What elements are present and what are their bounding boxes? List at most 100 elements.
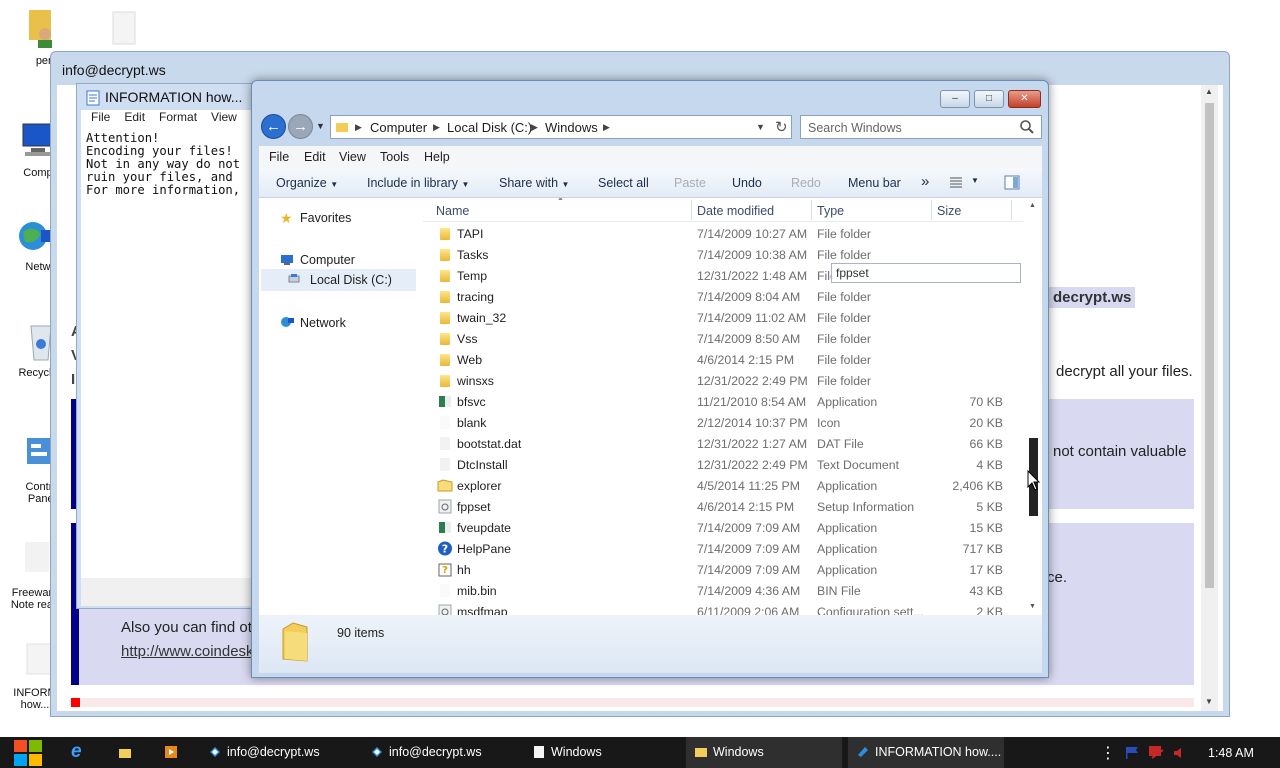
notepad-menu-format[interactable]: Format — [159, 110, 197, 124]
file-date: 11/21/2010 8:54 AM — [697, 395, 807, 409]
column-size[interactable]: Size — [937, 204, 961, 218]
file-row[interactable]: bfsvc 11/21/2010 8:54 AM Application 70 KB — [423, 391, 1023, 412]
refresh-icon[interactable]: ↻ — [775, 118, 788, 136]
column-separator[interactable] — [691, 200, 692, 220]
scroll-up-icon[interactable]: ▲ — [1205, 87, 1213, 96]
menu-bar-button[interactable]: Menu bar — [848, 176, 901, 190]
scroll-down-icon[interactable]: ▼ — [1029, 603, 1036, 610]
file-row[interactable]: msdfmap 6/11/2009 2:06 AM Configuration se… — [423, 601, 1023, 615]
notepad-window[interactable]: INFORMATION how... FileEditFormatViewH A… — [76, 83, 254, 609]
notepad-menu-edit[interactable]: Edit — [124, 110, 145, 124]
network-status-icon[interactable] — [1148, 745, 1164, 760]
file-row[interactable]: tracing 7/14/2009 8:04 AM File folder — [423, 286, 1023, 307]
address-dropdown-icon[interactable]: ▼ — [756, 122, 765, 132]
clock[interactable]: 1:48 AM — [1208, 746, 1254, 760]
select-all-button[interactable]: Select all — [598, 176, 649, 190]
ransom-scrollbar[interactable]: ▲ ▼ — [1201, 85, 1218, 711]
more-commands-button[interactable]: » — [921, 173, 929, 190]
breadcrumb-computer[interactable]: Computer — [370, 120, 427, 135]
flag-icon[interactable] — [1124, 746, 1140, 760]
file-row[interactable]: twain_32 7/14/2009 11:02 AM File folder — [423, 307, 1023, 328]
taskbar-window-button[interactable]: info@decrypt.ws — [362, 737, 518, 768]
file-date: 12/31/2022 2:49 PM — [697, 374, 808, 388]
column-separator[interactable] — [931, 200, 932, 220]
column-name[interactable]: Name — [436, 204, 469, 218]
taskbar-window-button[interactable]: Windows — [524, 737, 680, 768]
search-icon[interactable] — [1019, 119, 1035, 135]
file-row[interactable]: bootstat.dat 12/31/2022 1:27 AM DAT File 66… — [423, 433, 1023, 454]
file-row[interactable]: blank 2/12/2014 10:37 PM Icon 20 KB — [423, 412, 1023, 433]
preview-pane-icon[interactable] — [1004, 175, 1020, 190]
minimize-button[interactable]: – — [940, 90, 970, 108]
view-options-chevron-icon[interactable]: ▼ — [971, 176, 979, 185]
column-type[interactable]: Type — [817, 204, 844, 218]
taskbar-window-button[interactable]: Windows — [686, 737, 842, 768]
taskbar-pin-ie[interactable]: e — [66, 737, 96, 768]
taskbar-window-button[interactable]: info@decrypt.ws — [200, 737, 356, 768]
menu-help[interactable]: Help — [424, 150, 450, 164]
file-row[interactable]: explorer 4/5/2014 11:25 PM Application 2,40… — [423, 475, 1023, 496]
taskbar-window-button[interactable]: INFORMATION how.... — [848, 737, 1004, 768]
scroll-down-icon[interactable]: ▼ — [1205, 697, 1213, 706]
view-details-icon[interactable] — [949, 176, 963, 190]
taskbar-pin-media-player[interactable] — [156, 737, 186, 768]
file-row[interactable]: mib.bin 7/14/2009 4:36 AM BIN File 43 KB — [423, 580, 1023, 601]
explorer-window[interactable]: – □ ✕ ← → ▼ ▶ Computer ▶ Local Disk (C:)… — [251, 80, 1049, 678]
breadcrumb-windows[interactable]: Windows — [545, 120, 598, 135]
nav-local-disk: Local Disk (C:) — [310, 273, 392, 287]
file-row[interactable]: Tasks 7/14/2009 10:38 AM File folder — [423, 244, 1023, 265]
more-icon[interactable]: ⋮ — [1100, 743, 1116, 763]
file-list-scrollbar[interactable]: ▲ ▼ — [1023, 198, 1042, 615]
scroll-up-icon[interactable]: ▲ — [1029, 202, 1036, 209]
file-row[interactable]: DtcInstall 12/31/2022 2:49 PM Text Documen… — [423, 454, 1023, 475]
file-row[interactable]: ? HelpPane 7/14/2009 7:09 AM Application 717… — [423, 538, 1023, 559]
file-name: DtcInstall — [457, 458, 508, 472]
breadcrumb-local-disk[interactable]: Local Disk (C:) — [447, 120, 532, 135]
search-box[interactable]: Search Windows — [800, 115, 1042, 139]
file-row[interactable]: fppset 4/6/2014 2:15 PM Setup Information 5… — [423, 496, 1023, 517]
file-row[interactable]: Vss 7/14/2009 8:50 AM File folder — [423, 328, 1023, 349]
folder-icon — [336, 123, 348, 132]
file-row[interactable]: Web 4/6/2014 2:15 PM File folder — [423, 349, 1023, 370]
paste-button[interactable]: Paste — [674, 176, 706, 190]
undo-button[interactable]: Undo — [732, 176, 762, 190]
start-button[interactable] — [8, 737, 46, 768]
taskbar-pin-explorer[interactable] — [110, 737, 140, 768]
notepad-menu-file[interactable]: File — [91, 110, 110, 124]
drive-icon — [288, 274, 300, 283]
file-name: Vss — [457, 332, 478, 346]
file-row[interactable]: fveupdate 7/14/2009 7:09 AM Application 15 … — [423, 517, 1023, 538]
menu-tools[interactable]: Tools — [380, 150, 409, 164]
organize-button[interactable]: Organize ▼ — [276, 176, 338, 190]
file-row[interactable]: winsxs 12/31/2022 2:49 PM File folder — [423, 370, 1023, 391]
ransom-scroll-thumb[interactable] — [1205, 103, 1214, 588]
nav-local-disk-row[interactable]: Local Disk (C:) — [261, 269, 416, 291]
menu-file[interactable]: File — [269, 150, 289, 164]
back-button[interactable]: ← — [261, 114, 286, 139]
column-separator[interactable] — [811, 200, 812, 220]
notepad-text-area[interactable]: Attention! Encoding your files! Not in a… — [81, 130, 253, 578]
close-button[interactable]: ✕ — [1008, 90, 1041, 108]
forward-button[interactable]: → — [288, 114, 313, 139]
column-date-modified[interactable]: Date modified — [697, 204, 774, 218]
back-arrow-icon: ← — [266, 118, 281, 135]
recent-pages-chevron-icon[interactable]: ▼ — [316, 121, 325, 131]
column-separator[interactable] — [1011, 200, 1012, 220]
file-row[interactable]: ? hh 7/14/2009 7:09 AM Application 17 KB — [423, 559, 1023, 580]
include-in-library-button[interactable]: Include in library ▼ — [367, 176, 469, 190]
nav-network[interactable]: Network — [300, 316, 346, 330]
notepad-menu-view[interactable]: View — [211, 110, 237, 124]
address-bar[interactable]: ▶ Computer ▶ Local Disk (C:) ▶ Windows ▶… — [330, 115, 792, 139]
desktop-icon-blank-file[interactable] — [90, 8, 156, 55]
menu-view[interactable]: View — [339, 150, 366, 164]
nav-computer[interactable]: Computer — [300, 253, 355, 267]
notepad-horizontal-scrollbar[interactable] — [81, 578, 253, 606]
ransom-coindesk-link[interactable]: http://www.coindesk — [121, 643, 254, 660]
volume-icon[interactable] — [1172, 746, 1188, 760]
file-row[interactable]: TAPI 7/14/2009 10:27 AM File folder — [423, 223, 1023, 244]
redo-button[interactable]: Redo — [791, 176, 821, 190]
maximize-button[interactable]: □ — [974, 90, 1004, 108]
share-with-button[interactable]: Share with ▼ — [499, 176, 569, 190]
menu-edit[interactable]: Edit — [304, 150, 326, 164]
nav-favorites[interactable]: Favorites — [300, 211, 351, 225]
